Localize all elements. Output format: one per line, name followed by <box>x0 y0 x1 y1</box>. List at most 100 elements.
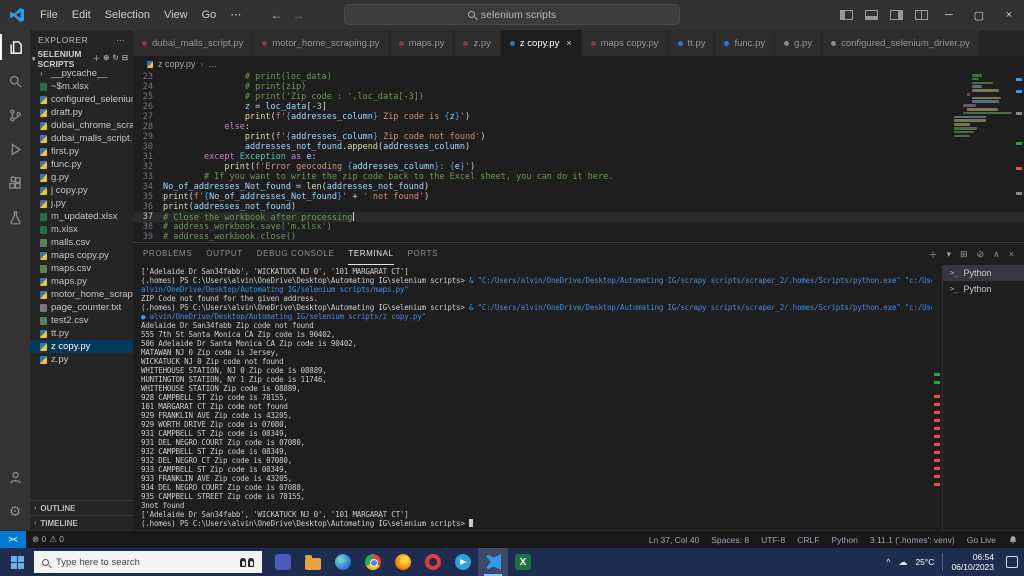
tab-dubai_malls_script.py[interactable]: dubai_malls_script.py <box>133 30 254 56</box>
tab-tt.py[interactable]: tt.py <box>668 30 716 56</box>
tab-maps.py[interactable]: maps.py <box>389 30 455 56</box>
status-encoding[interactable]: UTF-8 <box>755 531 791 549</box>
cloud-icon[interactable]: ☁ <box>898 557 907 568</box>
panel-tab-output[interactable]: OUTPUT <box>206 243 243 265</box>
taskbar-app-firefox[interactable] <box>388 548 418 576</box>
panel-tab-problems[interactable]: PROBLEMS <box>143 243 192 265</box>
taskbar-app-teams[interactable] <box>268 548 298 576</box>
terminal-instance[interactable]: >_ Python <box>943 265 1024 281</box>
taskbar-app-chrome[interactable] <box>358 548 388 576</box>
code-editor[interactable]: 23 # print(loc_data) 24 # print(zip) 25 # … <box>133 72 1024 242</box>
file-item[interactable]: configured_selenium_d... <box>30 93 133 106</box>
terminal-instance[interactable]: >_ Python <box>943 281 1024 297</box>
file-item[interactable]: draft.py <box>30 106 133 119</box>
split-terminal-icon[interactable]: ⊞ <box>960 249 968 260</box>
taskbar-app-file-explorer[interactable] <box>298 548 328 576</box>
status-go-live[interactable]: Go Live <box>961 531 1002 549</box>
status-cursor-position[interactable]: Ln 37, Col 40 <box>643 531 706 549</box>
close-panel-icon[interactable]: × <box>1009 249 1014 259</box>
toggle-secondary-sidebar-icon[interactable] <box>890 10 903 20</box>
outline-section[interactable]: › OUTLINE <box>30 500 133 515</box>
menu-file[interactable]: File <box>33 0 65 30</box>
maximize-panel-icon[interactable]: ∧ <box>993 249 1000 260</box>
taskbar-search[interactable]: Type here to search <box>34 551 262 573</box>
tab-motor_home_scraping.py[interactable]: motor_home_scraping.py <box>253 30 390 56</box>
panel-tab-terminal[interactable]: TERMINAL <box>348 243 394 265</box>
breadcrumb-symbol[interactable]: … <box>208 59 217 69</box>
activitybar-explorer[interactable] <box>0 30 30 64</box>
terminal-output[interactable]: ['Adelaide Dr San34fabb', 'WICKATUCK NJ … <box>141 267 932 530</box>
file-item[interactable]: dubai_chrome_scraper... <box>30 119 133 132</box>
folder-section-header[interactable]: ▾ SELENIUM SCRIPTS ＋ ⊕ ↻ ⊟ <box>30 49 133 69</box>
menu-⋯[interactable]: ⋯ <box>223 0 248 30</box>
weather-temp[interactable]: 25°C <box>915 557 934 567</box>
problems-status[interactable]: ⊗ 0 ⚠ 0 <box>26 531 70 549</box>
activitybar-settings[interactable]: ⚙ <box>0 494 30 528</box>
tab-maps-copy.py[interactable]: maps copy.py <box>581 30 669 56</box>
panel-tab-ports[interactable]: PORTS <box>408 243 438 265</box>
file-item[interactable]: malls.csv <box>30 236 133 249</box>
collapse-all-icon[interactable]: ⊟ <box>122 53 128 64</box>
breadcrumb[interactable]: z copy.py › … <box>133 56 1024 72</box>
new-terminal-icon[interactable]: ＋ <box>929 248 938 261</box>
file-item[interactable]: ~$m.xlsx <box>30 80 133 93</box>
minimap[interactable] <box>954 74 1013 138</box>
activitybar-testing[interactable] <box>0 200 30 234</box>
file-item[interactable]: maps copy.py <box>30 249 133 262</box>
menu-view[interactable]: View <box>157 0 195 30</box>
maximize-button[interactable]: ▢ <box>964 0 994 30</box>
status-python-interpreter[interactable]: 3.11.1 ('.homes': venv) <box>864 531 961 549</box>
clock[interactable]: 06:54 06/10/2023 <box>951 552 994 572</box>
file-item[interactable]: tt.py <box>30 327 133 340</box>
file-item[interactable]: z copy.py <box>30 340 133 353</box>
taskbar-app-edge[interactable] <box>328 548 358 576</box>
file-item[interactable]: maps.csv <box>30 262 133 275</box>
status-eol[interactable]: CRLF <box>791 531 825 549</box>
menu-edit[interactable]: Edit <box>65 0 98 30</box>
file-item[interactable]: › __pycache__ <box>30 67 133 80</box>
tray-chevron-icon[interactable]: ^ <box>886 557 890 567</box>
new-file-icon[interactable]: ＋ <box>93 53 101 64</box>
remote-indicator[interactable]: >< <box>0 530 26 549</box>
forward-arrow-icon[interactable]: → <box>292 8 304 22</box>
tab-z-copy.py[interactable]: z copy.py × <box>500 30 582 56</box>
customize-layout-icon[interactable] <box>915 10 928 20</box>
file-item[interactable]: func.py <box>30 158 133 171</box>
timeline-section[interactable]: › TIMELINE <box>30 515 133 530</box>
file-item[interactable]: m_updated.xlsx <box>30 210 133 223</box>
activitybar-account[interactable] <box>0 460 30 494</box>
file-item[interactable]: dubai_malls_script.py <box>30 132 133 145</box>
status-indentation[interactable]: Spaces: 8 <box>705 531 755 549</box>
file-item[interactable]: g.py <box>30 171 133 184</box>
tab-configured_selenium_driver.py[interactable]: configured_selenium_driver.py <box>822 30 980 56</box>
refresh-icon[interactable]: ↻ <box>112 53 118 64</box>
activitybar-search[interactable] <box>0 64 30 98</box>
action-center-icon[interactable] <box>1006 556 1018 568</box>
file-item[interactable]: maps.py <box>30 275 133 288</box>
taskbar-app-vscode[interactable] <box>478 548 508 576</box>
status-language-mode[interactable]: Python <box>825 531 863 549</box>
minimize-button[interactable]: ─ <box>934 0 964 30</box>
taskbar-app-telegram[interactable] <box>448 548 478 576</box>
file-item[interactable]: m.xlsx <box>30 223 133 236</box>
start-button[interactable] <box>0 548 34 576</box>
notifications-bell-icon[interactable] <box>1002 531 1024 549</box>
kill-terminal-icon[interactable]: ⊘ <box>977 249 985 260</box>
file-item[interactable]: j copy.py <box>30 184 133 197</box>
activitybar-extensions[interactable] <box>0 166 30 200</box>
toggle-sidebar-icon[interactable] <box>840 10 853 20</box>
activitybar-run-debug[interactable] <box>0 132 30 166</box>
explorer-more-actions-icon[interactable]: ⋯ <box>116 35 125 46</box>
panel-tab-debug-console[interactable]: DEBUG CONSOLE <box>257 243 335 265</box>
close-tab-icon[interactable]: × <box>566 38 571 48</box>
tab-g.py[interactable]: g.py <box>775 30 823 56</box>
command-center-search[interactable]: selenium scripts <box>344 4 680 25</box>
file-item[interactable]: page_counter.txt <box>30 301 133 314</box>
menu-go[interactable]: Go <box>195 0 224 30</box>
taskbar-app-excel[interactable]: X <box>508 548 538 576</box>
file-item[interactable]: test2.csv <box>30 314 133 327</box>
back-arrow-icon[interactable]: ← <box>270 8 282 22</box>
tab-z.py[interactable]: z.py <box>454 30 501 56</box>
taskbar-app-opera[interactable] <box>418 548 448 576</box>
toggle-panel-icon[interactable] <box>865 10 878 20</box>
